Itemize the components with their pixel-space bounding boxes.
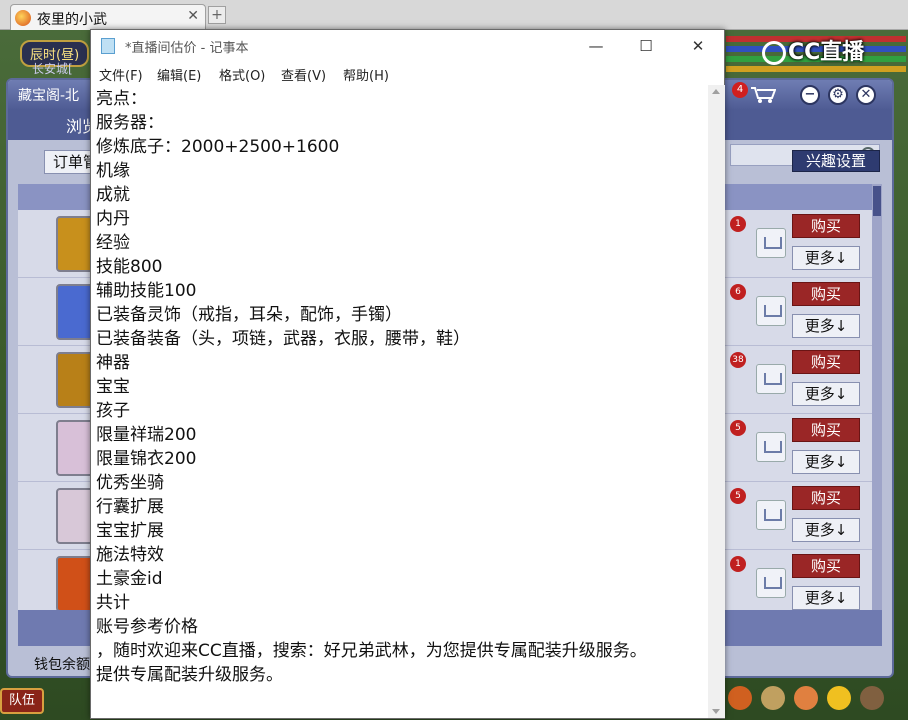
text-line: 限量锦衣200 [96,449,197,469]
notepad-title: *直播间估价 - 记事本 [125,41,249,56]
text-line: 修炼底子：2000+2500+1600 [96,137,340,157]
skill-icon[interactable] [794,686,819,710]
count-badge: 5 [730,488,746,504]
game-favicon-icon [15,10,31,26]
cc-live-logo: CC直播 [762,34,902,68]
text-line: 行囊扩展 [96,497,164,517]
text-line: 内丹 [96,209,130,229]
browser-tab[interactable]: 夜里的小武 ✕ [10,4,206,30]
more-button[interactable]: 更多↓ [792,586,860,610]
cart-count-badge: 4 [732,82,748,98]
maximize-button[interactable]: ☐ [623,33,669,59]
cc-ring-icon [762,41,786,65]
add-to-cart-icon[interactable] [756,432,786,462]
buy-button[interactable]: 购买 [792,554,860,578]
more-button[interactable]: 更多↓ [792,518,860,542]
scroll-up-icon[interactable] [712,89,720,94]
more-button[interactable]: 更多↓ [792,246,860,270]
menu-help[interactable]: 帮助(H) [343,65,389,84]
buy-button[interactable]: 购买 [792,214,860,238]
count-badge: 38 [730,352,746,368]
text-line: 提供专属配装升级服务。 [96,665,283,685]
count-badge: 6 [730,284,746,300]
pet-icon[interactable] [761,686,786,710]
text-line: ，随时欢迎来CC直播，搜索：好兄弟武林，为您提供专属配装升级服务。 [96,641,647,661]
more-button[interactable]: 更多↓ [792,450,860,474]
add-to-cart-icon[interactable] [756,296,786,326]
add-to-cart-icon[interactable] [756,568,786,598]
text-line: 服务器： [96,113,164,133]
cc-logo-text: CC直播 [788,40,865,65]
cart-icon[interactable] [750,86,776,104]
buy-button[interactable]: 购买 [792,282,860,306]
text-line: 亮点： [96,89,147,109]
menu-format[interactable]: 格式(O) [219,65,265,84]
notepad-text-area[interactable]: 亮点： 服务器： 修炼底子：2000+2500+1600 机缘 成就 内丹 经验… [91,85,708,718]
close-icon[interactable]: ✕ [856,85,876,105]
count-badge: 1 [730,556,746,572]
team-button[interactable]: 队伍 [0,688,44,714]
scroll-down-icon[interactable] [712,709,720,714]
browser-tab-strip: 夜里的小武 ✕ + [0,0,908,30]
more-button[interactable]: 更多↓ [792,314,860,338]
notepad-vertical-scrollbar[interactable] [708,85,725,718]
add-to-cart-icon[interactable] [756,500,786,530]
system-icon[interactable] [860,686,885,710]
new-tab-button[interactable]: + [208,6,226,24]
menu-file[interactable]: 文件(F) [99,65,143,84]
text-line: 账号参考价格 [96,617,198,637]
buy-button[interactable]: 购买 [792,350,860,374]
text-line: 土豪金id [96,569,163,589]
text-line: 限量祥瑞200 [96,425,197,445]
shop-title: 藏宝阁-北 [18,88,80,104]
buy-button[interactable]: 购买 [792,418,860,442]
text-line: 成就 [96,185,130,205]
text-line: 孩子 [96,401,130,421]
add-to-cart-icon[interactable] [756,364,786,394]
notepad-window: *直播间估价 - 记事本 — ☐ ✕ 文件(F) 编辑(E) 格式(O) 查看(… [90,29,725,719]
wallet-balance-label: 钱包余额 [34,657,90,673]
list-scrollbar[interactable] [872,184,882,610]
text-line: 已装备装备（头，项链，武器，衣服，腰带，鞋） [96,329,470,349]
text-line: 经验 [96,233,130,253]
minimize-icon[interactable]: − [800,85,820,105]
game-toolbar [726,682,906,718]
menu-view[interactable]: 查看(V) [281,65,326,84]
text-line: 共计 [96,593,130,613]
browser-tab-title: 夜里的小武 [37,12,107,28]
buy-button[interactable]: 购买 [792,486,860,510]
text-line: 辅助技能100 [96,281,197,301]
text-line: 宝宝 [96,377,130,397]
text-line: 已装备灵饰（戒指，耳朵，配饰，手镯） [96,305,402,325]
menu-edit[interactable]: 编辑(E) [157,65,201,84]
more-button[interactable]: 更多↓ [792,382,860,406]
text-line: 宝宝扩展 [96,521,164,541]
count-badge: 1 [730,216,746,232]
scrollbar-thumb[interactable] [873,186,881,216]
settings-icon[interactable]: ⚙ [828,85,848,105]
item-icon[interactable] [728,686,752,710]
notepad-menubar: 文件(F) 编辑(E) 格式(O) 查看(V) 帮助(H) [91,61,724,85]
text-line: 神器 [96,353,130,373]
notepad-icon [101,38,115,54]
text-line: 机缘 [96,161,130,181]
text-line: 施法特效 [96,545,164,565]
interest-settings-button[interactable]: 兴趣设置 [792,150,880,172]
text-line: 技能800 [96,257,163,277]
count-badge: 5 [730,420,746,436]
minimize-button[interactable]: — [573,33,619,59]
friend-icon[interactable] [827,686,852,710]
tab-close-icon[interactable]: ✕ [187,8,199,24]
close-button[interactable]: ✕ [675,33,721,59]
notepad-titlebar: *直播间估价 - 记事本 — ☐ ✕ [91,30,724,61]
add-to-cart-icon[interactable] [756,228,786,258]
game-location-label: 长安城[ [32,62,73,76]
text-line: 优秀坐骑 [96,473,164,493]
